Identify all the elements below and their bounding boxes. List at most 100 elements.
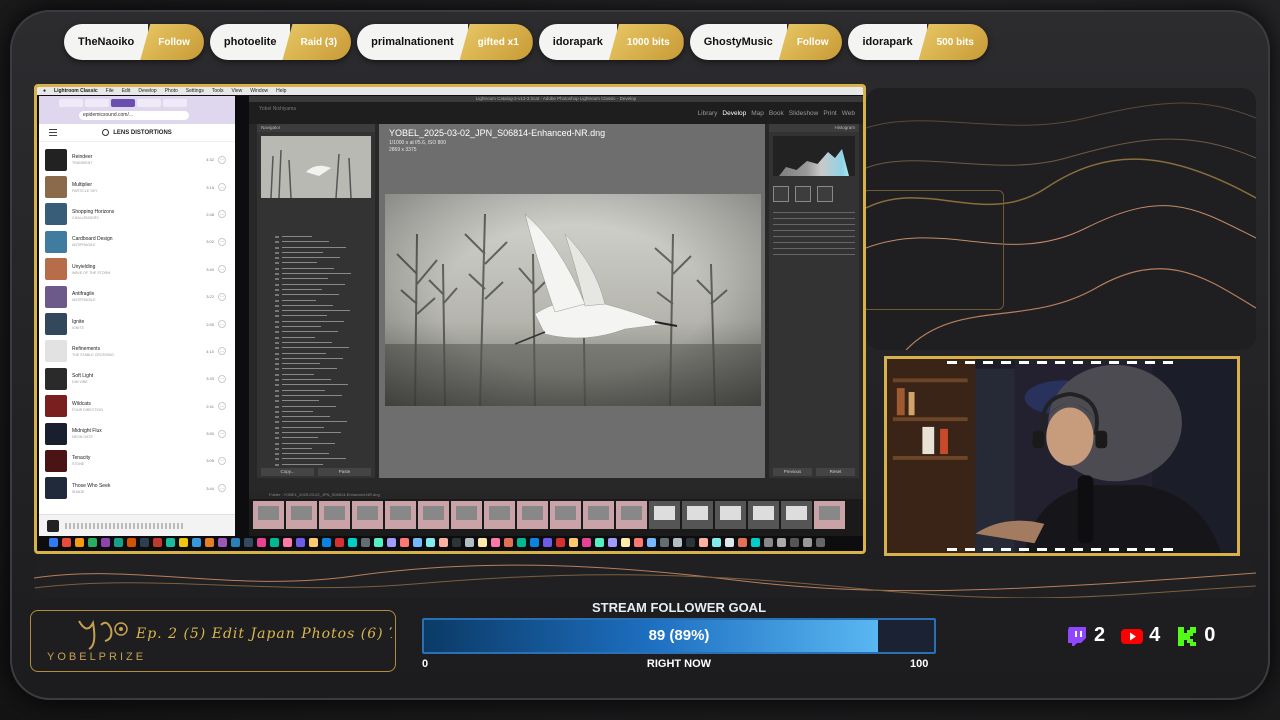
- dock-app-icon[interactable]: [777, 537, 786, 547]
- more-options-icon[interactable]: ⋯: [218, 183, 226, 192]
- dock-app-icon[interactable]: [283, 537, 292, 547]
- track-artist[interactable]: Stone: [72, 462, 206, 466]
- filmstrip-thumbnail[interactable]: [319, 501, 350, 529]
- crane-photo[interactable]: [385, 194, 761, 406]
- track-title[interactable]: Cardboard Design: [72, 236, 206, 242]
- crop-tool-icon[interactable]: [773, 186, 789, 202]
- dock-app-icon[interactable]: [595, 537, 604, 547]
- track-title[interactable]: Ignite: [72, 319, 206, 325]
- menu-item[interactable]: Help: [276, 88, 286, 94]
- filmstrip-thumbnail[interactable]: [550, 501, 581, 529]
- reset-button[interactable]: Reset: [816, 468, 855, 476]
- filmstrip-thumbnail[interactable]: [385, 501, 416, 529]
- track-artwork[interactable]: [45, 367, 67, 390]
- track-row[interactable]: Midnight Flux Neon Gate 3:50 ⋯: [45, 420, 235, 447]
- dock-app-icon[interactable]: [244, 537, 253, 547]
- menu-item[interactable]: Photo: [165, 88, 178, 94]
- dock-app-icon[interactable]: [751, 537, 760, 547]
- track-title[interactable]: Refinements: [72, 346, 206, 352]
- filmstrip-thumbnail[interactable]: [517, 501, 548, 529]
- track-row[interactable]: Soft Light Dim Vibe 3:33 ⋯: [45, 365, 235, 392]
- apple-icon[interactable]: ●: [43, 88, 46, 94]
- dock-app-icon[interactable]: [556, 537, 565, 547]
- track-row[interactable]: Shopping Horizons Challengers 2:48 ⋯: [45, 201, 235, 228]
- filmstrip-thumbnail[interactable]: [352, 501, 383, 529]
- dock-app-icon[interactable]: [439, 537, 448, 547]
- dock-app-icon[interactable]: [257, 537, 266, 547]
- dock-app-icon[interactable]: [582, 537, 591, 547]
- dock-app-icon[interactable]: [88, 537, 97, 547]
- dock-app-icon[interactable]: [816, 537, 825, 547]
- more-options-icon[interactable]: ⋯: [218, 265, 226, 274]
- more-options-icon[interactable]: ⋯: [218, 292, 226, 301]
- track-row[interactable]: Cardboard Design Antifragile 3:02 ⋯: [45, 228, 235, 255]
- dock-app-icon[interactable]: [270, 537, 279, 547]
- dock-app-icon[interactable]: [335, 537, 344, 547]
- more-options-icon[interactable]: ⋯: [218, 237, 226, 246]
- track-artwork[interactable]: [45, 313, 67, 336]
- dock-app-icon[interactable]: [153, 537, 162, 547]
- previous-button[interactable]: Previous: [773, 468, 812, 476]
- track-artist[interactable]: Antifragile: [72, 298, 206, 302]
- track-row[interactable]: Ignite Ignite 2:55 ⋯: [45, 310, 235, 337]
- dock-app-icon[interactable]: [686, 537, 695, 547]
- dock-app-icon[interactable]: [517, 537, 526, 547]
- menu-icon[interactable]: [49, 129, 57, 136]
- track-artist[interactable]: Shade: [72, 490, 206, 494]
- dock-app-icon[interactable]: [621, 537, 630, 547]
- track-artwork[interactable]: [45, 477, 67, 500]
- track-row[interactable]: Wildcats Four Direction 2:41 ⋯: [45, 393, 235, 420]
- track-artist[interactable]: Dim Vibe: [72, 380, 206, 384]
- filmstrip-thumbnail[interactable]: [814, 501, 845, 529]
- dock-app-icon[interactable]: [647, 537, 656, 547]
- track-title[interactable]: Soft Light: [72, 373, 206, 379]
- more-options-icon[interactable]: ⋯: [218, 484, 226, 493]
- pause-button[interactable]: [47, 520, 59, 532]
- dock-app-icon[interactable]: [75, 537, 84, 547]
- track-artist[interactable]: Particle Sky: [72, 189, 206, 193]
- dock-app-icon[interactable]: [348, 537, 357, 547]
- filmstrip-thumbnail[interactable]: [583, 501, 614, 529]
- dock-app-icon[interactable]: [140, 537, 149, 547]
- dock-app-icon[interactable]: [218, 537, 227, 547]
- browser-tab[interactable]: [59, 99, 83, 107]
- dock-app-icon[interactable]: [465, 537, 474, 547]
- track-artwork[interactable]: [45, 148, 67, 171]
- more-options-icon[interactable]: ⋯: [218, 456, 226, 465]
- filmstrip-thumbnail[interactable]: [781, 501, 812, 529]
- dock-app-icon[interactable]: [387, 537, 396, 547]
- track-title[interactable]: Tenacity: [72, 455, 206, 461]
- track-artwork[interactable]: [45, 258, 67, 281]
- module-web[interactable]: Web: [842, 110, 855, 117]
- mask-tool-icon[interactable]: [817, 186, 833, 202]
- track-artwork[interactable]: [45, 395, 67, 418]
- filmstrip-thumbnail[interactable]: [286, 501, 317, 529]
- menu-item[interactable]: View: [232, 88, 243, 94]
- dock-app-icon[interactable]: [192, 537, 201, 547]
- dock-app-icon[interactable]: [634, 537, 643, 547]
- menu-item[interactable]: Edit: [122, 88, 131, 94]
- dock-app-icon[interactable]: [309, 537, 318, 547]
- module-book[interactable]: Book: [769, 110, 784, 117]
- filmstrip-thumbnail[interactable]: [451, 501, 482, 529]
- dock-app-icon[interactable]: [530, 537, 539, 547]
- more-options-icon[interactable]: ⋯: [218, 402, 226, 411]
- module-map[interactable]: Map: [751, 110, 764, 117]
- dock-app-icon[interactable]: [127, 537, 136, 547]
- histogram[interactable]: [773, 136, 855, 176]
- filmstrip-thumbnail[interactable]: [253, 501, 284, 529]
- dock-app-icon[interactable]: [426, 537, 435, 547]
- module-develop[interactable]: Develop: [722, 110, 746, 117]
- dock-app-icon[interactable]: [764, 537, 773, 547]
- filmstrip-thumbnail[interactable]: [715, 501, 746, 529]
- track-artist[interactable]: Four Direction: [72, 408, 206, 412]
- track-title[interactable]: Those Who Seek: [72, 483, 206, 489]
- menu-item[interactable]: File: [106, 88, 114, 94]
- navigator-preview[interactable]: [261, 136, 371, 198]
- preset-item[interactable]: [275, 462, 371, 467]
- copy-button[interactable]: Copy...: [261, 468, 314, 476]
- menu-item[interactable]: Tools: [212, 88, 224, 94]
- dock-app-icon[interactable]: [790, 537, 799, 547]
- dock-app-icon[interactable]: [179, 537, 188, 547]
- dock-app-icon[interactable]: [504, 537, 513, 547]
